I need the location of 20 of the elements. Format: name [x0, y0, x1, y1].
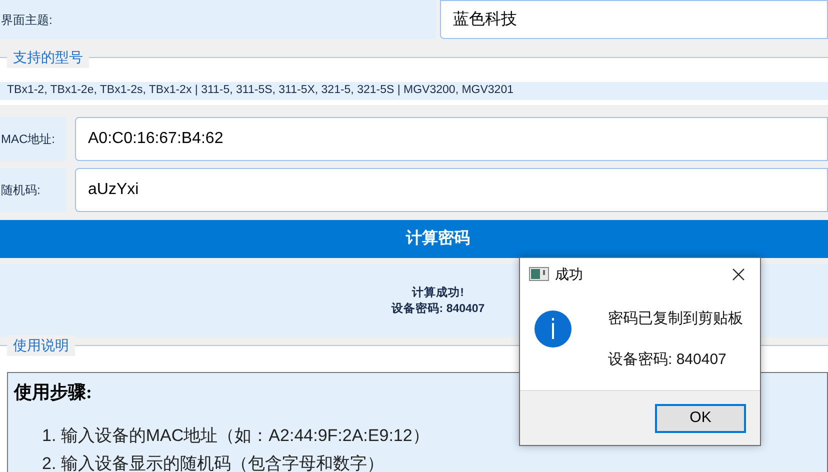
theme-select[interactable]: 蓝色科技	[440, 0, 828, 39]
close-icon	[732, 268, 744, 280]
group-title: 使用说明	[7, 335, 75, 356]
instruction-step: 2. 输入设备显示的随机码（包含字母和数字）	[42, 450, 821, 472]
field-label: 随机码:	[0, 168, 66, 212]
dialog-title: 成功	[555, 264, 583, 284]
ok-button[interactable]: OK	[655, 404, 746, 432]
app-icon	[529, 267, 549, 281]
dialog-password: 设备密码: 840407	[608, 350, 728, 370]
result-password: 设备密码: 840407	[391, 301, 485, 316]
instructions-heading: 使用步骤:	[14, 381, 93, 404]
info-icon	[534, 310, 572, 348]
field-label: MAC地址:	[0, 117, 66, 161]
dialog-message: 密码已复制到剪贴板	[608, 309, 743, 329]
result-status: 计算成功!	[412, 285, 464, 300]
input-field[interactable]: aUzYxi	[75, 168, 828, 212]
calculate-button[interactable]: 计算密码	[0, 220, 828, 258]
input-field[interactable]: A0:C0:16:67:B4:62	[75, 117, 828, 161]
theme-label: 界面主题:	[0, 0, 436, 39]
model-list: TBx1-2, TBx1-2e, TBx1-2s, TBx1-2x | 311-5, 311-5S, 311-5X, 321-5, 321-5S | MGV3200, MGV3201	[0, 82, 828, 100]
